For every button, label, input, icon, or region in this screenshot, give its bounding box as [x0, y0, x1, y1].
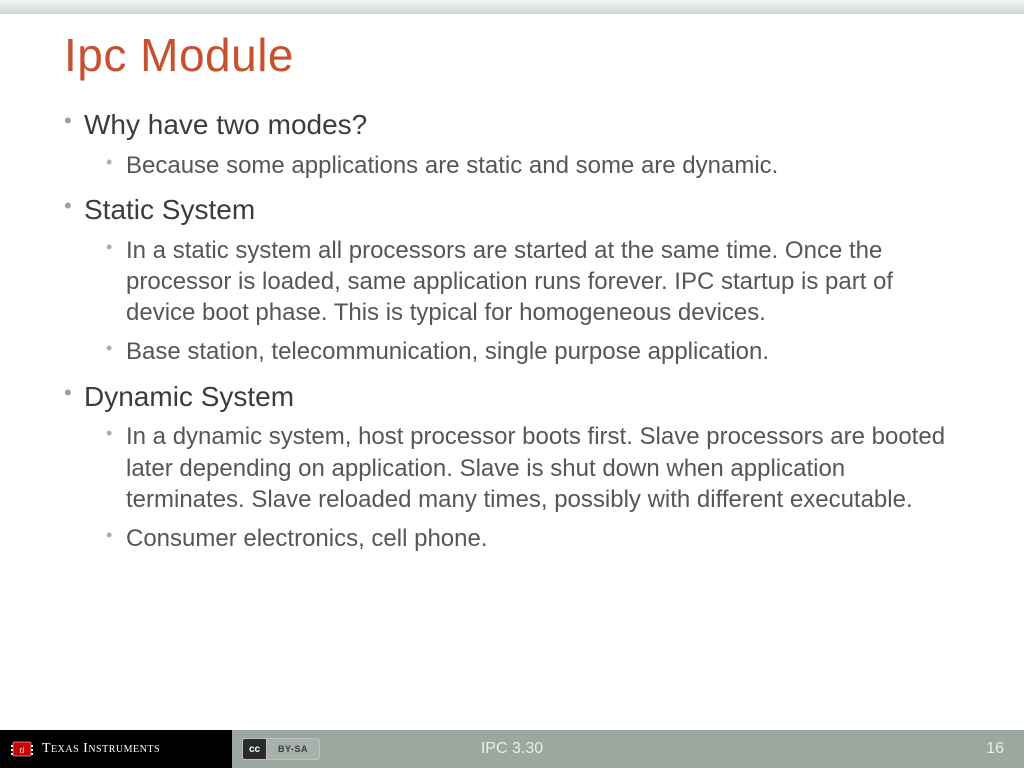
- bullet-static-system: Static System In a static system all pro…: [64, 191, 964, 368]
- ti-company-name: Texas Instruments: [42, 741, 160, 757]
- bullet-list-level2: In a static system all processors are st…: [84, 235, 964, 368]
- sub-bullet-text: Base station, telecommunication, single …: [126, 338, 769, 365]
- sub-bullet: In a static system all processors are st…: [84, 235, 964, 329]
- cc-license-badge: cc BY-SA: [242, 738, 320, 760]
- bullet-list-level1: Why have two modes? Because some applica…: [64, 106, 964, 554]
- sub-bullet: Consumer electronics, cell phone.: [84, 523, 964, 554]
- sub-bullet: Base station, telecommunication, single …: [84, 336, 964, 367]
- footer-bar: ti Texas Instruments cc BY-SA IPC 3.30 1…: [0, 730, 1024, 768]
- sub-bullet-text: In a dynamic system, host processor boot…: [126, 423, 945, 512]
- sub-bullet: In a dynamic system, host processor boot…: [84, 421, 964, 515]
- page-number: 16: [986, 740, 1004, 758]
- bullet-text: Why have two modes?: [84, 109, 367, 140]
- bullet-text: Dynamic System: [84, 381, 294, 412]
- bullet-list-level2: Because some applications are static and…: [84, 150, 964, 181]
- sub-bullet-text: Because some applications are static and…: [126, 152, 778, 179]
- cc-license-type: BY-SA: [267, 739, 319, 759]
- ti-chip-icon: ti: [10, 737, 34, 761]
- bullet-list-level2: In a dynamic system, host processor boot…: [84, 421, 964, 554]
- slide: Ipc Module Why have two modes? Because s…: [0, 0, 1024, 768]
- bullet-text: Static System: [84, 194, 255, 225]
- sub-bullet-text: Consumer electronics, cell phone.: [126, 525, 488, 552]
- top-gradient-bar: [0, 0, 1024, 14]
- slide-content: Why have two modes? Because some applica…: [64, 106, 964, 564]
- cc-icon: cc: [243, 739, 267, 759]
- slide-title: Ipc Module: [64, 28, 294, 82]
- svg-text:ti: ti: [19, 745, 25, 755]
- ti-logo-badge: ti Texas Instruments: [0, 730, 232, 768]
- bullet-dynamic-system: Dynamic System In a dynamic system, host…: [64, 378, 964, 555]
- sub-bullet-text: In a static system all processors are st…: [126, 237, 893, 326]
- sub-bullet: Because some applications are static and…: [84, 150, 964, 181]
- bullet-why-two-modes: Why have two modes? Because some applica…: [64, 106, 964, 181]
